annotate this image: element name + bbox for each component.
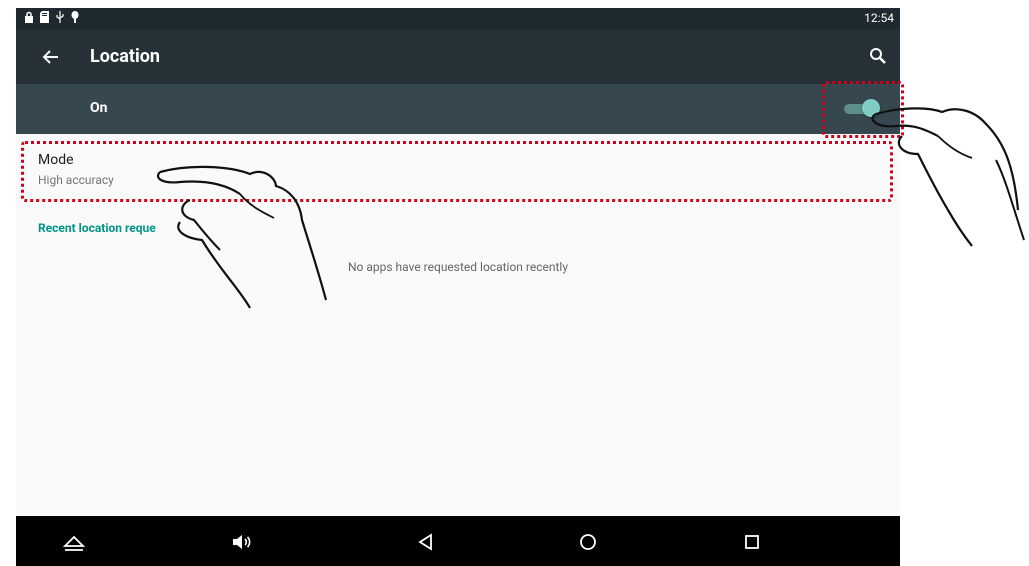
volume-icon[interactable]	[230, 530, 254, 554]
app-bar: Location	[16, 30, 900, 84]
location-master-switch-bar[interactable]: On	[16, 84, 900, 134]
switch-label: On	[90, 100, 108, 116]
recents-icon[interactable]	[740, 530, 764, 554]
clock: 12:54	[864, 11, 894, 25]
page-title: Location	[90, 46, 161, 67]
back-icon[interactable]	[414, 530, 438, 554]
android-screen: 12:54 Location On Mode High accuracy Rec…	[16, 8, 900, 566]
pointing-hand-illustration-left	[156, 165, 328, 309]
navigation-bar	[16, 516, 900, 566]
lock-icon	[25, 11, 33, 23]
sd-card-icon	[40, 11, 49, 23]
notification-icon	[71, 11, 79, 23]
pointing-hand-illustration-right	[871, 107, 1025, 247]
search-icon[interactable]	[868, 46, 888, 66]
usb-icon	[56, 11, 64, 23]
back-arrow-icon[interactable]	[38, 45, 62, 69]
recent-requests-header: Recent location reque	[38, 221, 156, 235]
home-icon[interactable]	[62, 530, 86, 554]
status-bar: 12:54	[16, 8, 900, 30]
home-circle-icon[interactable]	[576, 530, 600, 554]
empty-state-message: No apps have requested location recently	[348, 260, 568, 274]
